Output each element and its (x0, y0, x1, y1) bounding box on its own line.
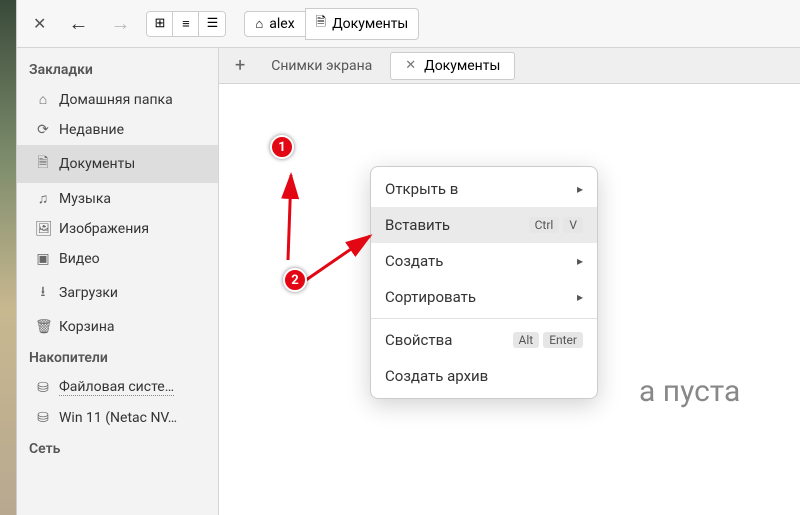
breadcrumb-segment-documents[interactable]: 🗎 Документы (305, 8, 420, 40)
tab-bar: + Снимки экрана ✕ Документы (219, 48, 800, 84)
menu-item-label: Вставить (385, 216, 450, 234)
sidebar-item-recent[interactable]: ⟳ Недавние (17, 115, 218, 145)
document-icon: 🗎 (316, 13, 326, 35)
sidebar-section-drives: Накопители (17, 342, 218, 372)
document-icon: 🗎 (35, 152, 51, 176)
sidebar-section-network: Сеть (17, 433, 218, 463)
sidebar-item-music[interactable]: ♫ Музыка (17, 183, 218, 214)
tab-screenshots[interactable]: Снимки экрана (257, 53, 386, 79)
pictures-icon: 🖼 (35, 221, 51, 237)
menu-item-create-archive[interactable]: Создать архив (371, 358, 597, 394)
nav-back-button[interactable]: ← (62, 11, 94, 36)
sidebar-item-home[interactable]: ⌂ Домашняя папка (17, 84, 218, 115)
sidebar: Закладки ⌂ Домашняя папка ⟳ Недавние 🗎 Д… (17, 48, 219, 515)
context-menu: Открыть в ▸ Вставить Ctrl V Создать ▸ Со… (370, 166, 598, 399)
breadcrumb-segment-home[interactable]: ⌂ alex (244, 11, 305, 37)
breadcrumb-label: Документы (332, 16, 408, 32)
sidebar-item-label: Недавние (59, 122, 124, 138)
key-enter: Enter (543, 332, 583, 348)
menu-item-paste[interactable]: Вставить Ctrl V (371, 207, 597, 243)
tab-documents[interactable]: ✕ Документы (390, 52, 515, 80)
sidebar-item-label: Видео (59, 251, 100, 267)
shortcut-keys: Alt Enter (513, 332, 583, 348)
view-grid-button[interactable]: ⊞ (147, 12, 173, 36)
menu-item-properties[interactable]: Свойства Alt Enter (371, 322, 597, 358)
sidebar-item-label: Музыка (59, 191, 111, 207)
sidebar-item-label: Изображения (59, 221, 149, 237)
nav-forward-button[interactable]: → (104, 11, 136, 36)
key-ctrl: Ctrl (529, 217, 560, 233)
sidebar-item-label: Корзина (59, 319, 115, 335)
tab-label: Документы (424, 58, 500, 74)
desktop-background-sliver (0, 0, 16, 515)
video-icon: ▣ (35, 251, 51, 267)
submenu-arrow-icon: ▸ (577, 290, 583, 304)
breadcrumb-label: alex (269, 16, 294, 32)
trash-icon: 🗑 (35, 319, 51, 335)
tab-label: Снимки экрана (271, 58, 372, 74)
close-icon[interactable]: ✕ (405, 58, 416, 73)
menu-item-open-in[interactable]: Открыть в ▸ (371, 171, 597, 207)
annotation-badge-1: 1 (270, 135, 294, 159)
home-icon: ⌂ (255, 16, 263, 32)
menu-separator (371, 318, 597, 319)
view-list-button[interactable]: ≡ (173, 12, 199, 36)
sidebar-item-label: Домашняя папка (59, 92, 173, 108)
sidebar-item-label: Win 11 (Netac NV… (59, 410, 177, 426)
sidebar-section-bookmarks: Закладки (17, 54, 218, 84)
view-columns-button[interactable]: ☰ (199, 12, 225, 36)
close-tab-button[interactable]: ✕ (27, 14, 52, 33)
menu-item-label: Создать (385, 252, 443, 270)
new-tab-button[interactable]: + (227, 55, 253, 76)
toolbar: ✕ ← → ⊞ ≡ ☰ ⌂ alex 🗎 Документы (17, 0, 800, 48)
breadcrumb: ⌂ alex 🗎 Документы (244, 8, 419, 40)
submenu-arrow-icon: ▸ (577, 254, 583, 268)
sidebar-item-downloads[interactable]: ⭳ Загрузки (17, 274, 218, 312)
drive-icon: ⛁ (35, 410, 51, 426)
sidebar-item-pictures[interactable]: 🖼 Изображения (17, 214, 218, 244)
sidebar-item-filesystem[interactable]: ⛁ Файловая систе… (17, 372, 218, 403)
download-icon: ⭳ (35, 281, 51, 305)
key-alt: Alt (513, 332, 540, 348)
sidebar-item-label: Файловая систе… (59, 379, 174, 396)
menu-item-label: Сортировать (385, 288, 476, 306)
annotation-badge-2: 2 (283, 268, 307, 292)
empty-folder-text: а пуста (639, 374, 740, 409)
sidebar-item-videos[interactable]: ▣ Видео (17, 244, 218, 274)
drive-icon: ⛁ (35, 380, 51, 396)
sidebar-item-win11[interactable]: ⛁ Win 11 (Netac NV… (17, 403, 218, 433)
sidebar-item-label: Документы (59, 156, 135, 172)
shortcut-keys: Ctrl V (529, 217, 583, 233)
menu-item-label: Создать архив (385, 367, 488, 385)
key-v: V (563, 217, 583, 233)
sidebar-item-label: Загрузки (59, 285, 118, 301)
submenu-arrow-icon: ▸ (577, 182, 583, 196)
menu-item-sort[interactable]: Сортировать ▸ (371, 279, 597, 315)
home-icon: ⌂ (35, 91, 51, 108)
menu-item-create[interactable]: Создать ▸ (371, 243, 597, 279)
recent-icon: ⟳ (35, 122, 51, 138)
view-mode-group: ⊞ ≡ ☰ (146, 11, 226, 37)
music-icon: ♫ (35, 190, 51, 207)
menu-item-label: Свойства (385, 331, 452, 349)
sidebar-item-trash[interactable]: 🗑 Корзина (17, 312, 218, 342)
menu-item-label: Открыть в (385, 180, 458, 198)
sidebar-item-documents[interactable]: 🗎 Документы (17, 145, 218, 183)
